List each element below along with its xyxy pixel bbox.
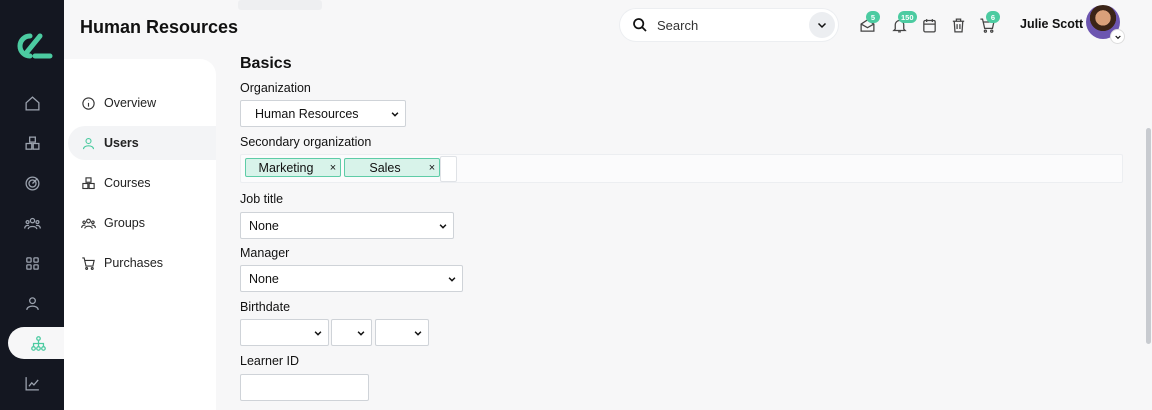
messages-button[interactable]: 5 xyxy=(859,11,880,34)
grid-icon xyxy=(25,256,39,270)
manager-value: None xyxy=(249,271,279,286)
chevron-down-icon xyxy=(357,330,365,336)
scrollbar[interactable] xyxy=(1146,128,1151,344)
cart-icon xyxy=(82,256,95,270)
secondary-organization-label: Secondary organization xyxy=(240,135,372,149)
search-bar[interactable] xyxy=(620,9,838,41)
tag-sales: Sales × xyxy=(344,158,440,177)
sidenav-item-purchases[interactable]: Purchases xyxy=(68,246,216,280)
search-icon xyxy=(633,18,647,32)
chevron-down-icon xyxy=(439,223,447,229)
chevron-down-icon xyxy=(448,276,456,282)
chevron-down-icon xyxy=(391,111,399,117)
page-title: Human Resources xyxy=(80,17,239,37)
birthdate-year-select[interactable] xyxy=(375,319,429,346)
search-input[interactable] xyxy=(657,17,797,33)
app-rail xyxy=(0,0,68,410)
rail-apps[interactable] xyxy=(0,247,64,279)
user-name[interactable]: Julie Scott xyxy=(1020,17,1083,31)
sidenav-item-label: Users xyxy=(104,136,139,150)
learner-id-label: Learner ID xyxy=(240,354,300,368)
trash-button[interactable] xyxy=(950,17,967,34)
sidenav-item-users[interactable]: Users xyxy=(68,126,216,160)
messages-count-badge: 5 xyxy=(866,11,880,23)
boxes-icon xyxy=(82,176,95,189)
rail-home[interactable] xyxy=(0,87,64,119)
birthdate-day-select[interactable] xyxy=(331,319,372,346)
notifications-button[interactable]: 150 xyxy=(891,11,917,34)
cart-count-badge: 6 xyxy=(986,11,1000,23)
user-icon xyxy=(82,137,95,149)
user-icon xyxy=(25,296,39,310)
rail-courses[interactable] xyxy=(0,127,64,159)
section-title: Basics xyxy=(240,55,292,72)
sidenav-item-label: Overview xyxy=(104,96,157,110)
chevron-down-icon xyxy=(414,330,422,336)
organization-value: Human Resources xyxy=(255,106,359,121)
calendar-icon xyxy=(923,19,936,33)
secondary-organization-input[interactable] xyxy=(440,156,457,182)
tag-marketing: Marketing × xyxy=(245,158,341,177)
group-icon xyxy=(23,217,41,229)
trash-icon xyxy=(952,18,965,33)
learner-id-input[interactable] xyxy=(240,374,369,401)
tag-label: Sales xyxy=(369,160,401,175)
rail-profile[interactable] xyxy=(0,287,64,319)
scrolled-text-remnant xyxy=(238,0,322,10)
rail-goals[interactable] xyxy=(0,167,64,199)
search-scope-button[interactable] xyxy=(809,12,835,38)
rail-groups[interactable] xyxy=(0,207,64,239)
info-icon xyxy=(82,96,95,110)
birthdate-label: Birthdate xyxy=(240,300,291,314)
job-title-label: Job title xyxy=(240,192,284,206)
sidenav-item-overview[interactable]: Overview xyxy=(68,86,216,120)
group-icon xyxy=(81,218,96,229)
tag-label: Marketing xyxy=(258,160,314,175)
rail-reports[interactable] xyxy=(0,367,64,399)
job-title-select[interactable]: None xyxy=(240,212,454,239)
chart-line-icon xyxy=(24,376,39,391)
calendar-button[interactable] xyxy=(921,17,938,34)
remove-tag-button[interactable]: × xyxy=(326,162,340,174)
hierarchy-icon xyxy=(30,335,46,351)
rail-organization[interactable] xyxy=(8,327,68,359)
birthdate-month-select[interactable] xyxy=(240,319,329,346)
organization-select[interactable]: Human Resources xyxy=(240,100,406,127)
boxes-icon xyxy=(24,135,40,150)
remove-tag-button[interactable]: × xyxy=(425,162,439,174)
sidenav-item-label: Purchases xyxy=(104,256,164,270)
sidenav-item-groups[interactable]: Groups xyxy=(68,206,216,240)
chevron-down-icon xyxy=(1114,35,1121,39)
sidenav-item-label: Courses xyxy=(104,176,151,190)
notifications-count-badge: 150 xyxy=(898,11,917,23)
secondary-organization-field[interactable]: Marketing × Sales × xyxy=(240,154,1123,183)
manager-label: Manager xyxy=(240,246,290,260)
target-icon xyxy=(24,175,40,191)
user-sidenav: Overview Users Courses Groups Purchases xyxy=(64,59,216,410)
chevron-down-icon xyxy=(314,330,322,336)
sidenav-item-label: Groups xyxy=(104,216,145,230)
logo-icon xyxy=(17,33,53,59)
chevron-down-icon xyxy=(817,22,827,29)
manager-select[interactable]: None xyxy=(240,265,463,292)
job-title-value: None xyxy=(249,218,279,233)
home-icon xyxy=(24,95,40,111)
user-menu-button[interactable] xyxy=(1111,30,1124,43)
sidenav-item-courses[interactable]: Courses xyxy=(68,166,216,200)
cart-button[interactable]: 6 xyxy=(979,11,1000,34)
organization-label: Organization xyxy=(240,81,311,95)
